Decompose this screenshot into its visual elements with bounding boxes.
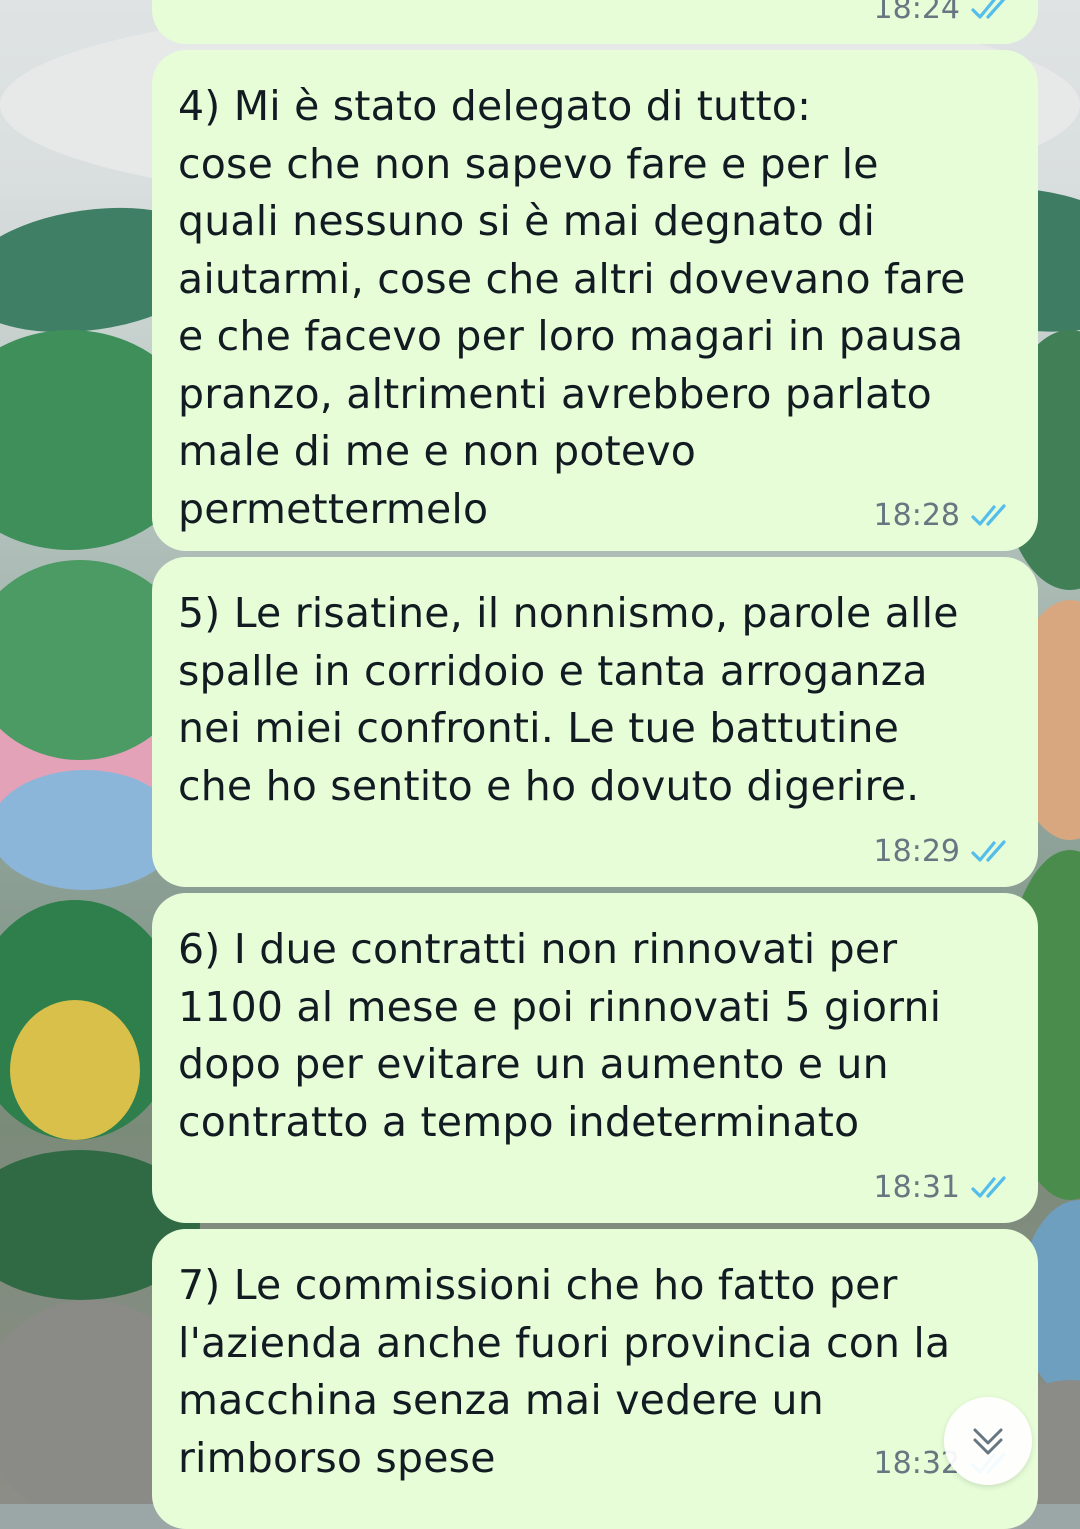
message-meta: 18:31 bbox=[874, 1170, 1014, 1205]
message-text: 4) Mi è stato delegato di tutto: cose ch… bbox=[178, 82, 966, 533]
double-chevron-down-icon bbox=[973, 1428, 1003, 1455]
message-time: 18:24 bbox=[873, 0, 960, 26]
double-check-icon bbox=[971, 0, 1005, 19]
message-time: 18:28 bbox=[873, 498, 960, 533]
double-check-icon bbox=[971, 1175, 1006, 1198]
message-bubble-outgoing[interactable]: 6) I due contratti non rinnovati per 110… bbox=[152, 893, 1038, 1223]
message-time: 18:31 bbox=[873, 1170, 960, 1205]
scroll-to-bottom-button[interactable] bbox=[944, 1397, 1032, 1485]
message-meta: 18:28 bbox=[874, 498, 1014, 533]
message-text: 7) Le commissioni che ho fatto per l'azi… bbox=[178, 1261, 964, 1482]
message-bubble-outgoing[interactable]: 7) Le commissioni che ho fatto per l'azi… bbox=[152, 1229, 1038, 1529]
double-check-icon bbox=[971, 839, 1006, 862]
message-text: 5) Le risatine, il nonnismo, parole alle… bbox=[178, 589, 972, 810]
message-bubble-outgoing[interactable]: 4) Mi è stato delegato di tutto: cose ch… bbox=[152, 50, 1038, 551]
message-meta: 18:29 bbox=[874, 834, 1014, 869]
double-check-icon bbox=[971, 503, 1006, 526]
message-bubble-outgoing[interactable]: 5) Le risatine, il nonnismo, parole alle… bbox=[152, 557, 1038, 887]
message-bubble-outgoing[interactable]: 18:24 bbox=[152, 0, 1038, 44]
message-time: 18:29 bbox=[873, 834, 960, 869]
message-meta: 18:24 bbox=[874, 0, 1014, 26]
message-list[interactable]: 18:24 4) Mi è stato delegato di tutto: c… bbox=[0, 0, 1080, 1529]
message-text: 6) I due contratti non rinnovati per 110… bbox=[178, 925, 955, 1146]
